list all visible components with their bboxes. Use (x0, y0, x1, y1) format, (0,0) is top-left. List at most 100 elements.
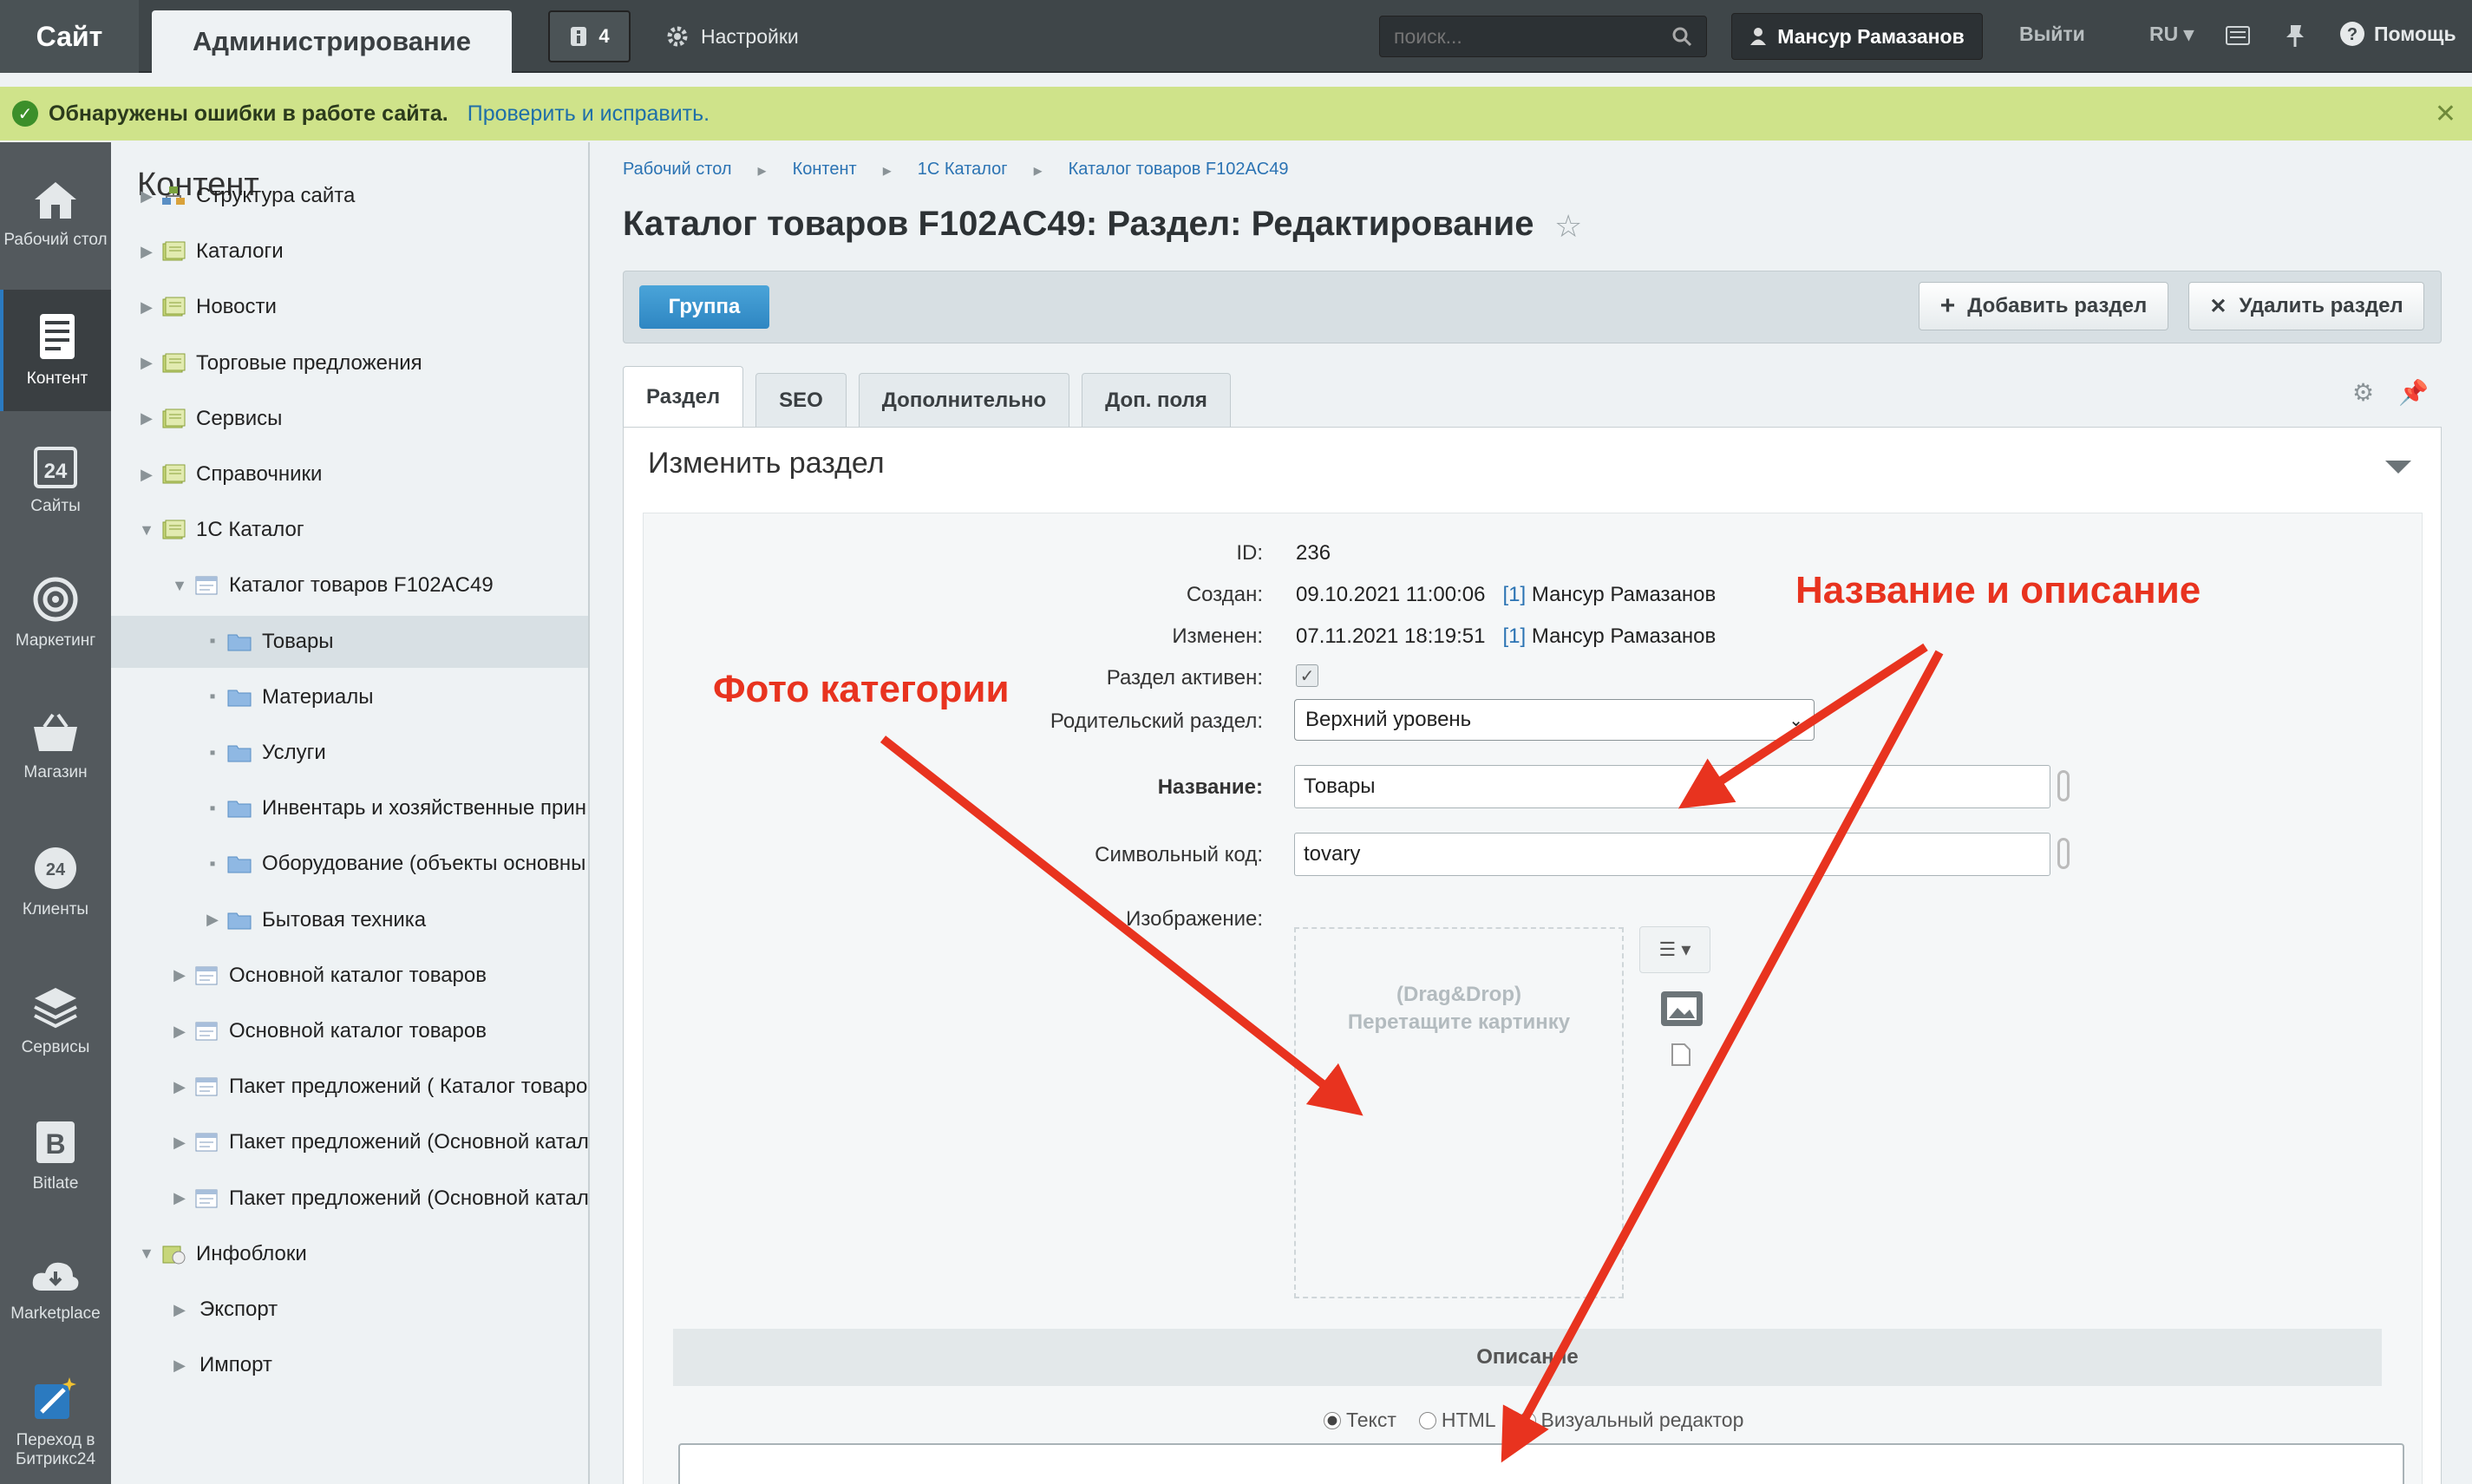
code-input[interactable]: tovary (1294, 833, 2050, 876)
chevron-right-icon[interactable]: ▶ (137, 243, 156, 261)
logout-link[interactable]: Выйти (2019, 23, 2085, 46)
chevron-right-icon[interactable]: ▶ (137, 409, 156, 428)
name-input[interactable]: Товары (1294, 765, 2050, 808)
tree-item[interactable]: ▪ Материалы (111, 671, 588, 723)
tree-item[interactable]: ▶ Бытовая техника (111, 894, 588, 946)
search-icon[interactable] (1671, 26, 1692, 47)
radio-visual[interactable]: Визуальный редактор (1518, 1409, 1743, 1432)
modified-user-id-link[interactable]: [1] (1502, 624, 1526, 648)
tree-item[interactable]: ▶ Справочники (111, 448, 588, 500)
group-button[interactable]: Группа (639, 285, 769, 329)
image-dropzone[interactable]: (Drag&Drop) Перетащите картинку (1294, 927, 1624, 1298)
chevron-right-icon[interactable]: ▶ (203, 911, 222, 929)
radio-html[interactable]: HTML (1418, 1409, 1496, 1432)
chevron-right-icon[interactable]: ▶ (170, 1078, 189, 1096)
tree-item[interactable]: ▶ Пакет предложений ( Каталог товаро (111, 1061, 588, 1113)
tree-item[interactable]: ▶ Структура сайта (111, 170, 588, 222)
tree-item[interactable]: ▶ Пакет предложений (Основной катал (111, 1116, 588, 1168)
banner-fix-link[interactable]: Проверить и исправить. (468, 101, 710, 127)
rail-item-clients[interactable]: 24 Клиенты (0, 817, 111, 947)
tree-item[interactable]: ▶ Торговые предложения (111, 337, 588, 389)
rail-item-content[interactable]: Контент (0, 290, 111, 411)
tree-item[interactable]: ▶ Основной каталог товаров (111, 950, 588, 1002)
radio-button[interactable] (1418, 1411, 1436, 1429)
keyboard-icon[interactable] (2226, 24, 2250, 47)
settings-button[interactable]: Настройки (666, 17, 799, 56)
rail-item-desktop[interactable]: Рабочий стол (0, 149, 111, 279)
radio-button[interactable] (1324, 1411, 1341, 1429)
pin-icon[interactable]: 📌 (2398, 378, 2429, 407)
help-button[interactable]: ? Помощь (2339, 21, 2456, 47)
close-icon[interactable]: ✕ (2435, 99, 2456, 129)
layers-icon (34, 988, 77, 1029)
tree-item[interactable]: ▶ Каталоги (111, 226, 588, 278)
rail-item-bitrix24[interactable]: Переход в Битрикс24 (0, 1357, 111, 1484)
rail-item-marketing[interactable]: Маркетинг (0, 548, 111, 678)
notifications-button[interactable]: 4 (548, 10, 631, 62)
site-tab[interactable]: Сайт (0, 0, 139, 73)
tree-item[interactable]: ▪ Услуги (111, 727, 588, 779)
tree-item[interactable]: ▶ Сервисы (111, 393, 588, 445)
created-user-id-link[interactable]: [1] (1502, 583, 1526, 606)
chevron-down-icon[interactable]: ▼ (170, 577, 189, 595)
user-button[interactable]: Мансур Рамазанов (1731, 13, 1983, 60)
tree-item[interactable]: ▶ Пакет предложений (Основной катал (111, 1173, 588, 1225)
delete-section-button[interactable]: ✕ Удалить раздел (2188, 282, 2424, 330)
tree-item[interactable]: ▼ 1С Каталог (111, 504, 588, 556)
chevron-right-icon[interactable]: ▶ (137, 187, 156, 206)
file-icon[interactable] (1671, 1043, 1691, 1067)
chevron-right-icon[interactable]: ▶ (170, 1023, 189, 1041)
tree-item-label: Импорт (199, 1353, 272, 1377)
tree-item[interactable]: ▶ Основной каталог товаров (111, 1005, 588, 1057)
tab-section[interactable]: Раздел (623, 366, 744, 427)
radio-button[interactable] (1518, 1411, 1536, 1429)
description-textarea[interactable] (678, 1443, 2404, 1484)
search-input[interactable] (1394, 24, 1671, 49)
chevron-right-icon[interactable]: ▶ (170, 966, 189, 984)
rail-item-marketplace[interactable]: Marketplace (0, 1225, 111, 1355)
tab-extra-fields[interactable]: Доп. поля (1082, 373, 1231, 427)
star-icon[interactable]: ☆ (1554, 208, 1582, 245)
translit-link-icon[interactable] (2057, 838, 2070, 869)
chevron-right-icon[interactable]: ▶ (137, 354, 156, 372)
tab-seo[interactable]: SEO (755, 373, 847, 427)
tree-item[interactable]: ▼ Инфоблоки (111, 1228, 588, 1280)
tree-item[interactable]: ▪ Товары (111, 615, 588, 668)
image-icon[interactable] (1660, 990, 1704, 1027)
rail-item-services[interactable]: Сервисы (0, 956, 111, 1086)
chevron-right-icon[interactable]: ▶ (170, 1134, 189, 1152)
tree-item[interactable]: ▶ Новости (111, 281, 588, 333)
image-menu-button[interactable]: ☰ ▾ (1639, 926, 1710, 973)
add-section-button[interactable]: + Добавить раздел (1919, 282, 2168, 330)
gear-icon[interactable]: ⚙ (2352, 378, 2374, 407)
rail-item-shop[interactable]: Магазин (0, 682, 111, 812)
tree-item[interactable]: ▪ Оборудование (объекты основны (111, 838, 588, 890)
tab-additional[interactable]: Дополнительно (858, 373, 1070, 427)
chevron-down-icon[interactable]: ▼ (137, 521, 156, 539)
language-select[interactable]: RU ▾ (2149, 23, 2194, 46)
tree-item[interactable]: ▪ Инвентарь и хозяйственные прин (111, 782, 588, 834)
chevron-right-icon[interactable]: ▶ (137, 466, 156, 484)
rail-item-sites[interactable]: 24 Сайты (0, 415, 111, 545)
tree-item[interactable]: ▶ Импорт (111, 1339, 588, 1391)
breadcrumb-item[interactable]: Каталог товаров F102AC49 (1069, 160, 1289, 181)
active-checkbox[interactable]: ✓ (1296, 664, 1318, 687)
translit-link-icon[interactable] (2057, 770, 2070, 801)
admin-tab[interactable]: Администрирование (152, 10, 512, 73)
chevron-right-icon[interactable]: ▶ (170, 1189, 189, 1207)
pin-icon[interactable] (2283, 23, 2307, 49)
tree-item[interactable]: ▼ Каталог товаров F102AC49 (111, 559, 588, 611)
tree-item[interactable]: ▶ Экспорт (111, 1284, 588, 1336)
chevron-right-icon[interactable]: ▶ (170, 1301, 189, 1319)
breadcrumb-item[interactable]: Контент (793, 160, 857, 181)
chevron-right-icon[interactable]: ▶ (170, 1357, 189, 1375)
breadcrumb-item[interactable]: 1С Каталог (918, 160, 1008, 181)
chevron-down-icon[interactable]: ▼ (137, 1245, 156, 1263)
chevron-down-icon[interactable] (2385, 461, 2411, 474)
rail-item-bitlate[interactable]: B Bitlate (0, 1091, 111, 1221)
chevron-right-icon[interactable]: ▶ (137, 298, 156, 317)
radio-html-label: HTML (1441, 1409, 1496, 1431)
parent-select[interactable]: Верхний уровень ⌄ (1294, 699, 1815, 741)
radio-text[interactable]: Текст (1324, 1409, 1396, 1432)
breadcrumb-item[interactable]: Рабочий стол (623, 160, 732, 181)
